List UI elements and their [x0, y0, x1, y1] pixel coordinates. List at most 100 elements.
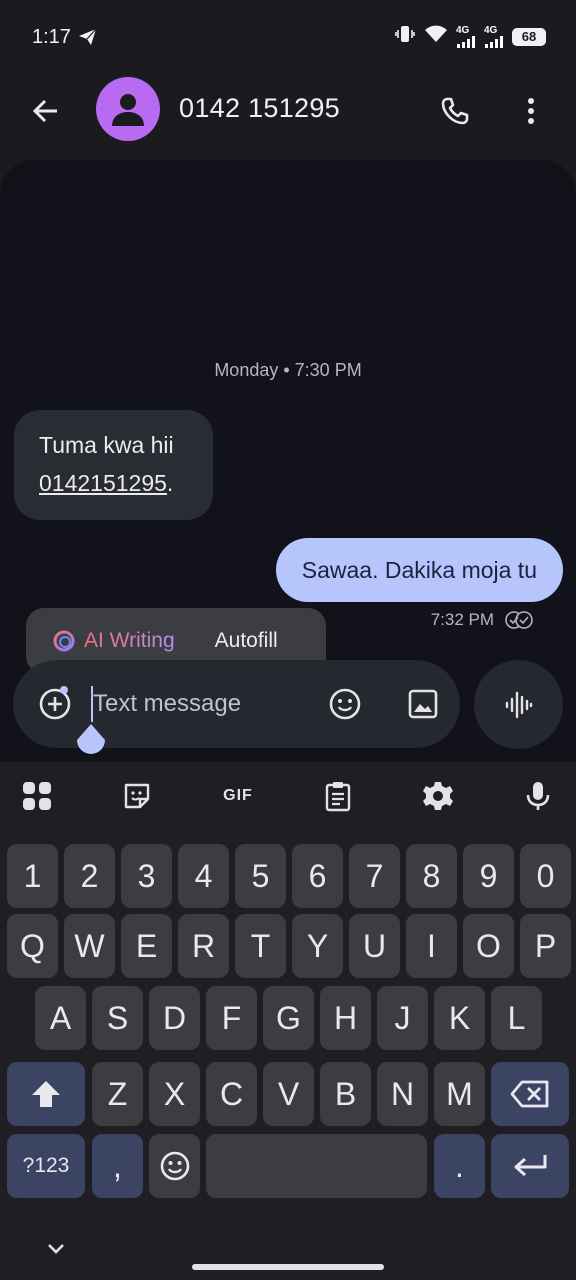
key-1[interactable]: 1 — [7, 844, 58, 908]
space-key[interactable] — [206, 1134, 427, 1198]
key-o[interactable]: O — [463, 914, 514, 978]
add-attachment-button[interactable] — [33, 682, 77, 726]
key-h[interactable]: H — [320, 986, 371, 1050]
shift-key[interactable] — [7, 1062, 85, 1126]
key-t[interactable]: T — [235, 914, 286, 978]
key-q[interactable]: Q — [7, 914, 58, 978]
key-label: P — [534, 927, 557, 964]
key-label: Z — [107, 1075, 128, 1112]
key-5[interactable]: 5 — [235, 844, 286, 908]
enter-icon — [514, 1155, 547, 1177]
enter-key[interactable] — [491, 1134, 569, 1198]
phone-number-link[interactable]: 0142151295 — [39, 470, 167, 496]
key-u[interactable]: U — [349, 914, 400, 978]
key-d[interactable]: D — [149, 986, 200, 1050]
key-c[interactable]: C — [206, 1062, 257, 1126]
key-z[interactable]: Z — [92, 1062, 143, 1126]
chevron-down-icon — [48, 1244, 64, 1254]
key-label: O — [476, 927, 501, 964]
autofill-button[interactable]: Autofill — [215, 629, 278, 653]
key-p[interactable]: P — [520, 914, 571, 978]
key-x[interactable]: X — [149, 1062, 200, 1126]
gif-button[interactable]: GIF — [216, 776, 260, 816]
key-f[interactable]: F — [206, 986, 257, 1050]
key-a[interactable]: A — [35, 986, 86, 1050]
emoji-icon — [329, 688, 361, 720]
key-label: R — [191, 927, 216, 964]
key-0[interactable]: 0 — [520, 844, 571, 908]
key-label: D — [162, 999, 187, 1036]
key-e[interactable]: E — [121, 914, 172, 978]
gif-label: GIF — [223, 787, 253, 804]
comma-key[interactable]: , — [92, 1134, 143, 1198]
contact-avatar[interactable] — [96, 77, 160, 141]
network-indicator-1: 4G — [456, 24, 476, 48]
key-label: 7 — [365, 857, 384, 894]
network-type-label: 4G — [456, 24, 470, 36]
ai-writing-icon — [53, 630, 75, 652]
symbols-key[interactable]: ?123 — [7, 1134, 85, 1198]
gesture-nav-bar[interactable] — [192, 1264, 384, 1270]
key-label: 8 — [422, 857, 441, 894]
voice-message-button[interactable] — [474, 660, 563, 749]
key-m[interactable]: M — [434, 1062, 485, 1126]
key-y[interactable]: Y — [292, 914, 343, 978]
key-label: U — [362, 927, 387, 964]
emoji-button[interactable] — [323, 682, 367, 726]
key-g[interactable]: G — [263, 986, 314, 1050]
voice-input-button[interactable] — [518, 776, 558, 816]
text-message-input[interactable] — [91, 686, 311, 722]
key-w[interactable]: W — [64, 914, 115, 978]
call-button[interactable] — [432, 88, 478, 134]
key-label: 4 — [194, 857, 213, 894]
key-3[interactable]: 3 — [121, 844, 172, 908]
incoming-message[interactable]: Tuma kwa hii 0142151295. — [14, 410, 213, 520]
back-button[interactable] — [22, 88, 68, 134]
delivered-check-icon — [505, 611, 533, 629]
key-label: W — [74, 927, 105, 964]
key-label: L — [507, 999, 526, 1036]
contact-name[interactable]: 0142 151295 — [179, 93, 340, 124]
hide-keyboard-button[interactable] — [42, 1236, 70, 1260]
key-2[interactable]: 2 — [64, 844, 115, 908]
key-label: 1 — [23, 857, 42, 894]
key-b[interactable]: B — [320, 1062, 371, 1126]
key-s[interactable]: S — [92, 986, 143, 1050]
key-i[interactable]: I — [406, 914, 457, 978]
keyboard: GIF 1 2 3 4 5 6 7 8 9 0 QWERTYU I OP ASDFGHJKL ZXCVBNM… — [0, 762, 576, 1280]
gallery-button[interactable] — [401, 682, 445, 726]
key-6[interactable]: 6 — [292, 844, 343, 908]
outgoing-message[interactable]: Sawaa. Dakika moja tu — [275, 538, 563, 602]
key-j[interactable]: J — [377, 986, 428, 1050]
emoji-key[interactable] — [149, 1134, 200, 1198]
key-v[interactable]: V — [263, 1062, 314, 1126]
backspace-key[interactable] — [491, 1062, 569, 1126]
key-7[interactable]: 7 — [349, 844, 400, 908]
telegram-send-icon — [78, 27, 98, 52]
key-r[interactable]: R — [178, 914, 229, 978]
more-vert-icon — [528, 98, 534, 124]
key-label: G — [276, 999, 301, 1036]
apps-grid-button[interactable] — [17, 776, 57, 816]
network-type-label: 4G — [484, 24, 498, 36]
ai-writing-button[interactable]: AI Writing — [52, 629, 175, 653]
message-list[interactable]: Monday • 7:30 PM Tuma kwa hii 0142151295… — [0, 160, 576, 762]
period-key[interactable]: . — [434, 1134, 485, 1198]
clipboard-button[interactable] — [318, 776, 358, 816]
more-options-button[interactable] — [508, 88, 554, 134]
key-k[interactable]: K — [434, 986, 485, 1050]
sticker-button[interactable] — [117, 776, 157, 816]
message-meta: 7:32 PM — [431, 610, 534, 630]
cursor-handle-icon[interactable] — [75, 724, 107, 760]
person-icon — [112, 94, 144, 126]
status-icons: 4G 4G 68 — [394, 24, 546, 49]
key-n[interactable]: N — [377, 1062, 428, 1126]
key-8[interactable]: 8 — [406, 844, 457, 908]
key-l[interactable]: L — [491, 986, 542, 1050]
key-4[interactable]: 4 — [178, 844, 229, 908]
waveform-icon — [505, 691, 532, 718]
settings-button[interactable] — [418, 776, 458, 816]
key-label: B — [334, 1075, 357, 1112]
message-text-end: . — [166, 470, 174, 496]
key-9[interactable]: 9 — [463, 844, 514, 908]
